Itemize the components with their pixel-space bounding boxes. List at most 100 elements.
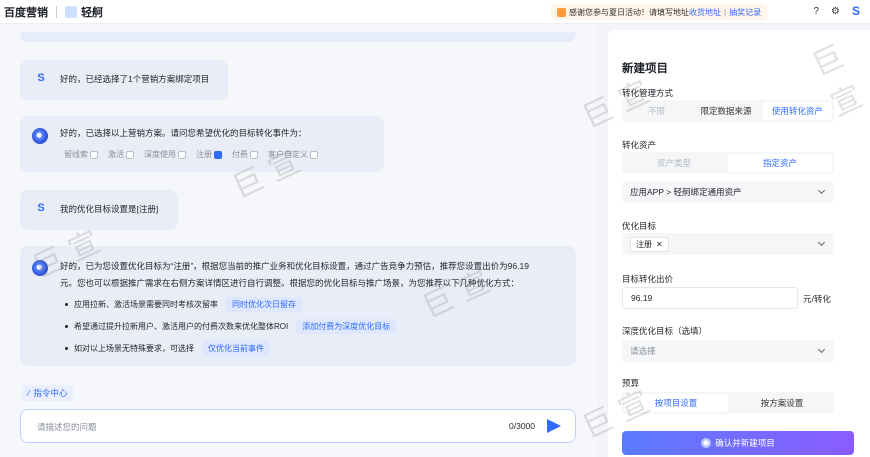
tip-row: 如对以上场景无特殊要求，可选择 仅优化当前事件: [65, 341, 270, 356]
user-message-3: S 我的优化目标设置是[注册]: [20, 190, 178, 230]
user-avatar[interactable]: S: [852, 4, 860, 18]
option-label: 激活: [108, 150, 124, 159]
option-custom[interactable]: 客户自定义: [268, 149, 318, 160]
new-project-panel: 新建项目 转化管理方式 不限 限定数据来源 使用转化资产 转化资产 资产类型 指…: [608, 30, 870, 457]
tip-action-button[interactable]: 仅优化当前事件: [202, 341, 270, 356]
checkbox[interactable]: [310, 150, 318, 159]
asset-select-value: 应用APP > 轻舸绑定通用资产: [630, 187, 742, 197]
notice-divider: |: [724, 7, 727, 17]
tip-text: 希望通过提升拉新用户、激活用户的付费次数来优化整体ROI: [74, 322, 289, 331]
sub-brand-icon: [65, 5, 77, 18]
bullet-icon: [65, 303, 68, 306]
char-counter: 0/3000: [509, 421, 535, 431]
option-label: 客户自定义: [268, 150, 308, 159]
option-pay[interactable]: 付费: [232, 149, 258, 160]
tip-row: 希望通过提升拉新用户、激活用户的付费次数来优化整体ROI 添加付费为深度优化目标: [65, 319, 397, 334]
option-label: 留线索: [64, 150, 88, 159]
confirm-icon: [701, 438, 712, 448]
command-icon: ⁄: [28, 388, 30, 398]
message-text: 我的优化目标设置是[注册]: [60, 204, 159, 214]
option-register[interactable]: 注册: [196, 149, 222, 160]
brand-logo-text[interactable]: 百度营销: [4, 4, 48, 20]
tip-text: 如对以上场景无特殊要求，可选择: [74, 344, 194, 353]
deep-goal-select[interactable]: 请选择: [622, 340, 834, 362]
bid-value: 96.19: [631, 293, 653, 303]
bid-unit: 元/转化: [803, 294, 831, 304]
tab-use-asset[interactable]: 使用转化资产: [762, 102, 832, 120]
command-center-label: 指令中心: [33, 388, 68, 398]
ai-message-2: 好的，已选择以上营销方案。请问您希望优化的目标转化事件为： 留线索 激活 深度使…: [20, 116, 384, 172]
tab-by-plan[interactable]: 按方案设置: [730, 392, 834, 414]
tip-action-button[interactable]: 添加付费为深度优化目标: [296, 319, 397, 334]
brand: 百度营销 轻舸: [0, 4, 103, 20]
tab-asset-type[interactable]: 资产类型: [622, 152, 726, 174]
bullet-icon: [65, 347, 68, 350]
goal-chip-label: 注册: [636, 239, 652, 249]
chevron-down-icon: [817, 238, 826, 247]
message-text: 好的，已经选择了1个营销方案绑定项目: [60, 74, 210, 84]
settings-icon[interactable]: ⚙: [831, 6, 840, 17]
command-center-button[interactable]: ⁄ 指令中心: [22, 385, 74, 401]
deep-goal-placeholder: 请选择: [630, 346, 656, 356]
sub-brand-text[interactable]: 轻舸: [81, 4, 103, 20]
goal-label: 优化目标: [622, 221, 657, 231]
brand-divider: [56, 5, 57, 18]
deep-goal-label: 深度优化目标（选填）: [622, 326, 708, 336]
lottery-record-link[interactable]: 抽奖记录: [729, 7, 761, 18]
chevron-down-icon: [817, 345, 826, 354]
tab-unlimited[interactable]: 不限: [622, 100, 691, 122]
checkbox[interactable]: [178, 150, 186, 159]
top-bar: 百度营销 轻舸 感谢您参与夏日活动！请填写地址 收货地址 | 抽奖记录 ? ⚙ …: [0, 0, 870, 24]
asset-select[interactable]: 应用APP > 轻舸绑定通用资产: [622, 181, 834, 203]
user-avatar: S: [37, 202, 45, 214]
checkbox[interactable]: [90, 150, 98, 159]
tab-limited-source[interactable]: 限定数据来源: [691, 100, 760, 122]
shipping-address-link[interactable]: 收货地址: [689, 7, 721, 18]
checkbox[interactable]: [126, 150, 134, 159]
option-label: 深度使用: [144, 150, 176, 159]
tab-by-project[interactable]: 按项目设置: [624, 394, 728, 412]
bid-input[interactable]: 96.19: [622, 287, 798, 309]
bid-label: 目标转化出价: [622, 274, 674, 284]
option-lead[interactable]: 留线索: [64, 149, 98, 160]
budget-label: 预算: [622, 378, 640, 388]
help-icon[interactable]: ?: [813, 6, 819, 17]
ai-avatar-icon: [32, 260, 48, 276]
panel-title: 新建项目: [622, 63, 668, 75]
option-activate[interactable]: 激活: [108, 149, 134, 160]
goal-select[interactable]: 注册 ✕: [622, 233, 834, 255]
tip-text: 应用拉新、激活场景需要同时考核次留率: [74, 300, 218, 309]
ai-message-4: 好的，已为您设置优化目标为“注册”，根据您当前的推广业务和优化目标设置，通过广告…: [20, 246, 576, 366]
user-avatar: S: [37, 72, 45, 84]
previous-message-edge: [20, 32, 576, 42]
asset-label: 转化资产: [622, 140, 657, 150]
chevron-down-icon: [817, 186, 826, 195]
notice-icon: [557, 7, 566, 17]
user-message-1: S 好的，已经选择了1个营销方案绑定项目: [20, 60, 228, 100]
close-icon[interactable]: ✕: [656, 240, 663, 249]
opt-mode-label: 转化管理方式: [622, 88, 674, 98]
checkbox-checked[interactable]: [214, 150, 222, 159]
tip-action-button[interactable]: 同时优化次日留存: [226, 297, 302, 312]
chat-input[interactable]: 请描述您的问题 0/3000: [20, 409, 576, 443]
confirm-label: 确认并新建项目: [715, 438, 775, 448]
message-text: 好的，已选择以上营销方案。请问您希望优化的目标转化事件为：: [60, 128, 307, 138]
option-label: 注册: [196, 150, 212, 159]
event-options: 留线索 激活 深度使用 注册 付费 客户自定义: [64, 149, 318, 160]
input-placeholder: 请描述您的问题: [37, 422, 97, 432]
confirm-create-button[interactable]: 确认并新建项目: [622, 431, 854, 455]
message-line-2: 元。您也可以根据推广需求在右侧方案详情区进行自行调整。根据您的优化目标与推广场景…: [60, 278, 520, 288]
send-icon[interactable]: [547, 419, 561, 433]
option-label: 付费: [232, 150, 248, 159]
message-line-1: 好的，已为您设置优化目标为“注册”，根据您当前的推广业务和优化目标设置，通过广告…: [60, 261, 529, 271]
ai-avatar-icon: [32, 128, 48, 144]
option-deep-use[interactable]: 深度使用: [144, 149, 186, 160]
goal-chip: 注册 ✕: [630, 236, 669, 252]
bullet-icon: [65, 325, 68, 328]
activity-notice: 感谢您参与夏日活动！请填写地址 收货地址 | 抽奖记录: [551, 4, 768, 20]
budget-tabs: 按项目设置 按方案设置: [622, 392, 834, 414]
checkbox[interactable]: [250, 150, 258, 159]
tab-specific-asset[interactable]: 指定资产: [728, 154, 832, 172]
tip-row: 应用拉新、激活场景需要同时考核次留率 同时优化次日留存: [65, 297, 302, 312]
asset-tabs: 资产类型 指定资产: [622, 152, 834, 174]
